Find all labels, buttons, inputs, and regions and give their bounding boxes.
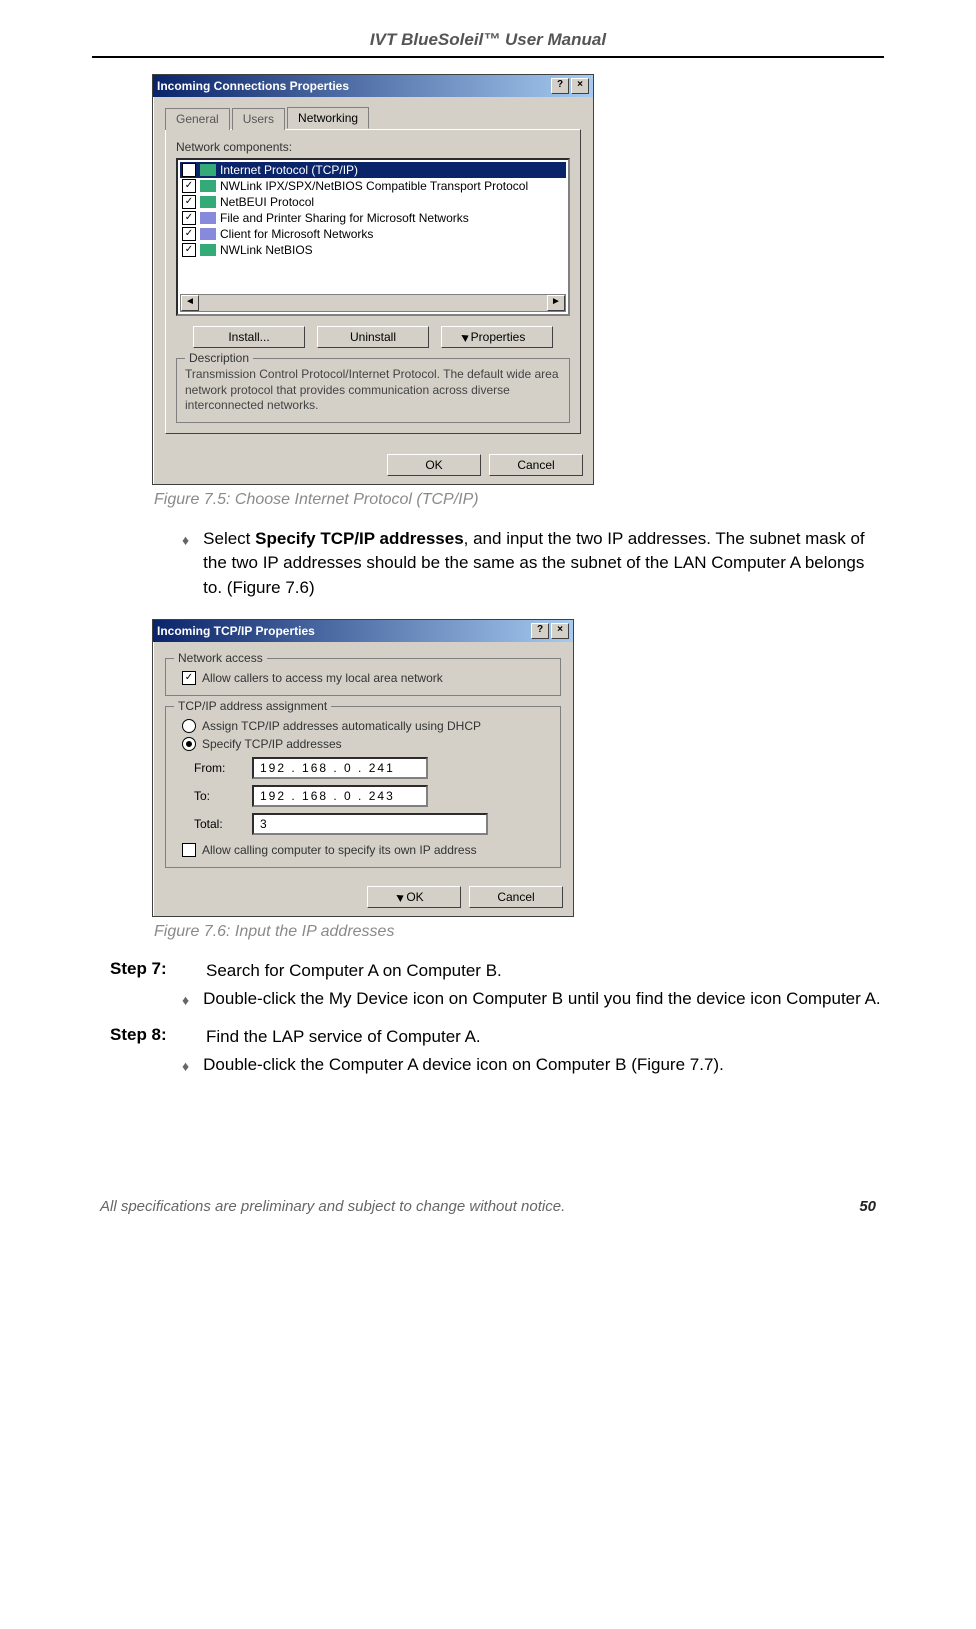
allow-lan-checkbox[interactable]: ✓ (182, 671, 196, 685)
cancel-button[interactable]: Cancel (469, 886, 563, 908)
checkbox-icon[interactable]: ✓ (182, 163, 196, 177)
tab-users[interactable]: Users (232, 108, 285, 130)
description-text: Transmission Control Protocol/Internet P… (185, 367, 561, 414)
bullet-text: Select Specify TCP/IP addresses, and inp… (203, 527, 884, 601)
item-label: NWLink NetBIOS (220, 243, 313, 257)
list-item[interactable]: ✓ Client for Microsoft Networks (180, 226, 566, 242)
radio-dhcp-label: Assign TCP/IP addresses automatically us… (202, 719, 481, 733)
dialog-tcpip-properties: Incoming TCP/IP Properties ? × Network a… (152, 619, 574, 917)
protocol-icon (200, 196, 216, 208)
list-item[interactable]: ✓ Internet Protocol (TCP/IP) (180, 162, 566, 178)
scrollbar[interactable]: ◄ ► (180, 294, 566, 312)
description-label: Description (185, 351, 253, 365)
group-label: TCP/IP address assignment (174, 699, 331, 713)
protocol-icon (200, 244, 216, 256)
help-button[interactable]: ? (531, 623, 549, 639)
step8-text: Find the LAP service of Computer A. (206, 1025, 481, 1049)
step7-bullet: Double-click the My Device icon on Compu… (203, 987, 881, 1012)
cursor-icon (397, 892, 406, 902)
close-button[interactable]: × (551, 623, 569, 639)
total-field: 3 (252, 813, 488, 835)
to-ip-input[interactable]: 192 . 168 . 0 . 243 (252, 785, 428, 807)
item-label: File and Printer Sharing for Microsoft N… (220, 211, 469, 225)
window-title: Incoming Connections Properties (157, 79, 349, 93)
ok-button[interactable]: OK (387, 454, 481, 476)
footer-text: All specifications are preliminary and s… (100, 1198, 565, 1215)
description-group: Description Transmission Control Protoco… (176, 358, 570, 423)
radio-specify[interactable] (182, 737, 196, 751)
checkbox-icon[interactable]: ✓ (182, 227, 196, 241)
checkbox-icon[interactable]: ✓ (182, 243, 196, 257)
checkbox-icon[interactable]: ✓ (182, 195, 196, 209)
ok-button[interactable]: OK (367, 886, 461, 908)
figure-caption: Figure 7.6: Input the IP addresses (154, 923, 884, 941)
step7-label: Step 7: (110, 959, 188, 983)
list-item[interactable]: ✓ NetBEUI Protocol (180, 194, 566, 210)
doc-title: IVT BlueSoleil™ User Manual (92, 30, 884, 50)
help-button[interactable]: ? (551, 78, 569, 94)
step7-text: Search for Computer A on Computer B. (206, 959, 502, 983)
step8-label: Step 8: (110, 1025, 188, 1049)
window-title: Incoming TCP/IP Properties (157, 624, 315, 638)
scroll-right-button[interactable]: ► (547, 295, 565, 311)
to-label: To: (194, 789, 238, 803)
allow-own-ip-label: Allow calling computer to specify its ow… (202, 843, 477, 857)
install-button[interactable]: Install... (193, 326, 305, 348)
item-label: Internet Protocol (TCP/IP) (220, 163, 358, 177)
group-label: Network access (174, 651, 267, 665)
bullet-icon: ♦ (182, 987, 189, 1012)
list-item[interactable]: ✓ NWLink IPX/SPX/NetBIOS Compatible Tran… (180, 178, 566, 194)
item-label: Client for Microsoft Networks (220, 227, 373, 241)
tab-general[interactable]: General (165, 108, 230, 130)
service-icon (200, 228, 216, 240)
close-button[interactable]: × (571, 78, 589, 94)
service-icon (200, 212, 216, 224)
tab-networking[interactable]: Networking (287, 107, 369, 129)
radio-specify-label: Specify TCP/IP addresses (202, 737, 342, 751)
page-number: 50 (859, 1198, 876, 1215)
network-access-group: Network access ✓ Allow callers to access… (165, 658, 561, 696)
titlebar: Incoming Connections Properties ? × (153, 75, 593, 97)
components-listbox[interactable]: ✓ Internet Protocol (TCP/IP) ✓ NWLink IP… (176, 158, 570, 316)
cursor-icon (461, 332, 470, 342)
scroll-left-button[interactable]: ◄ (181, 295, 199, 311)
checkbox-icon[interactable]: ✓ (182, 179, 196, 193)
step8-bullet: Double-click the Computer A device icon … (203, 1053, 724, 1078)
tcpip-assignment-group: TCP/IP address assignment Assign TCP/IP … (165, 706, 561, 868)
properties-button[interactable]: Properties (441, 326, 553, 348)
uninstall-button[interactable]: Uninstall (317, 326, 429, 348)
cancel-button[interactable]: Cancel (489, 454, 583, 476)
from-label: From: (194, 761, 238, 775)
figure-caption: Figure 7.5: Choose Internet Protocol (TC… (154, 491, 884, 509)
radio-dhcp[interactable] (182, 719, 196, 733)
item-label: NetBEUI Protocol (220, 195, 314, 209)
list-item[interactable]: ✓ NWLink NetBIOS (180, 242, 566, 258)
components-label: Network components: (176, 140, 570, 154)
bullet-icon: ♦ (182, 527, 189, 601)
list-item[interactable]: ✓ File and Printer Sharing for Microsoft… (180, 210, 566, 226)
checkbox-icon[interactable]: ✓ (182, 211, 196, 225)
protocol-icon (200, 180, 216, 192)
titlebar: Incoming TCP/IP Properties ? × (153, 620, 573, 642)
allow-own-ip-checkbox[interactable] (182, 843, 196, 857)
allow-lan-label: Allow callers to access my local area ne… (202, 671, 443, 685)
protocol-icon (200, 164, 216, 176)
dialog-connections-properties: Incoming Connections Properties ? × Gene… (152, 74, 594, 485)
header-rule (92, 56, 884, 58)
tab-bar: General Users Networking (165, 107, 581, 130)
from-ip-input[interactable]: 192 . 168 . 0 . 241 (252, 757, 428, 779)
total-label: Total: (194, 817, 238, 831)
bullet-icon: ♦ (182, 1053, 189, 1078)
item-label: NWLink IPX/SPX/NetBIOS Compatible Transp… (220, 179, 528, 193)
